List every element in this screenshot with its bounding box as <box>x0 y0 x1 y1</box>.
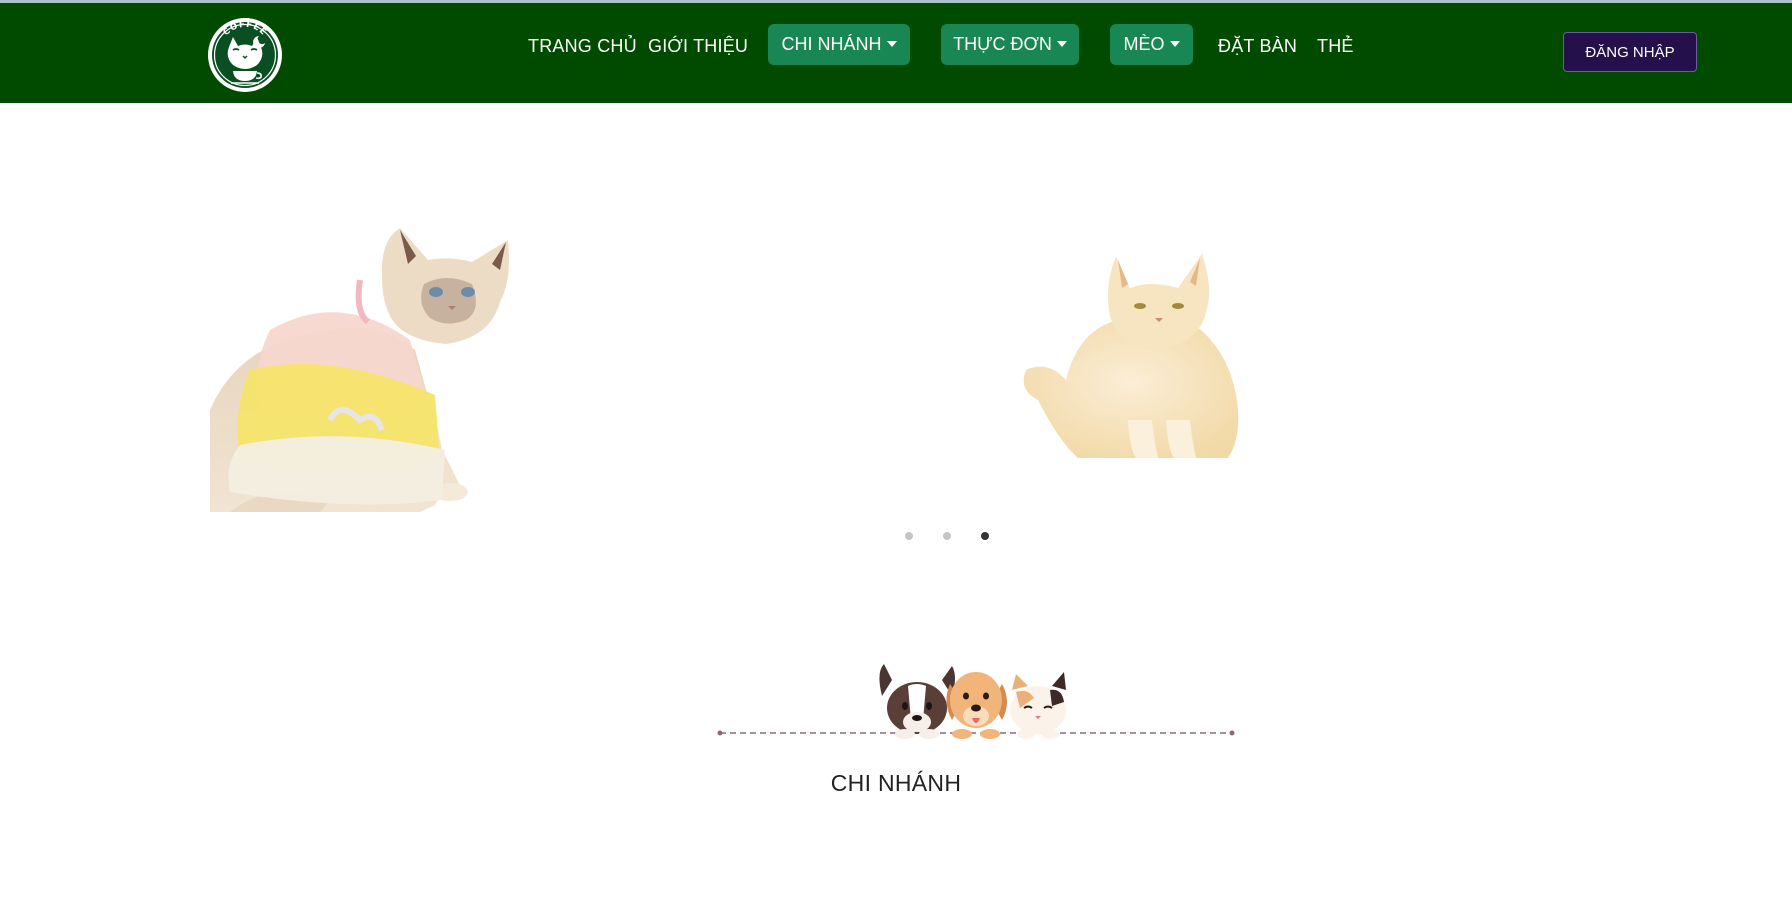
nav-cats-label: MÈO <box>1123 34 1165 54</box>
cat-in-dress-image <box>210 228 509 512</box>
caret-down-icon <box>1056 41 1067 47</box>
nav-booking[interactable]: ĐẶT BÀN <box>1218 33 1297 59</box>
nav-card[interactable]: THẺ <box>1317 33 1354 59</box>
login-button[interactable]: ĐĂNG NHẬP <box>1563 32 1697 72</box>
nav-branches-dropdown[interactable]: CHI NHÁNH <box>768 24 910 65</box>
section-title-branches: CHI NHÁNH <box>830 770 962 796</box>
coffee-cat-logo[interactable]: COFFEE <box>207 17 283 93</box>
dogs-and-cat-peeking-icon <box>717 664 1235 739</box>
white-cat-image <box>1023 254 1239 458</box>
nav-home[interactable]: TRANG CHỦ <box>528 33 637 59</box>
navbar: COFFEE TRANG CHỦ GIỚI THIỆU CHI NHÁNH TH… <box>0 3 1792 103</box>
nav-branches-label: CHI NHÁNH <box>781 34 882 54</box>
section-divider <box>716 662 1236 742</box>
caret-down-icon <box>1169 41 1180 47</box>
caret-down-icon <box>886 41 897 47</box>
hero-carousel <box>200 180 1592 520</box>
carousel-indicator-1[interactable] <box>905 532 913 540</box>
logo-icon: COFFEE <box>208 18 282 92</box>
carousel-indicator-2[interactable] <box>943 532 951 540</box>
nav-about[interactable]: GIỚI THIỆU <box>648 33 748 59</box>
nav-menu-dropdown[interactable]: THỰC ĐƠN <box>941 24 1079 65</box>
nav-cats-dropdown[interactable]: MÈO <box>1110 24 1193 65</box>
nav-menu-label: THỰC ĐƠN <box>953 34 1052 54</box>
carousel-indicator-3[interactable] <box>981 532 989 540</box>
